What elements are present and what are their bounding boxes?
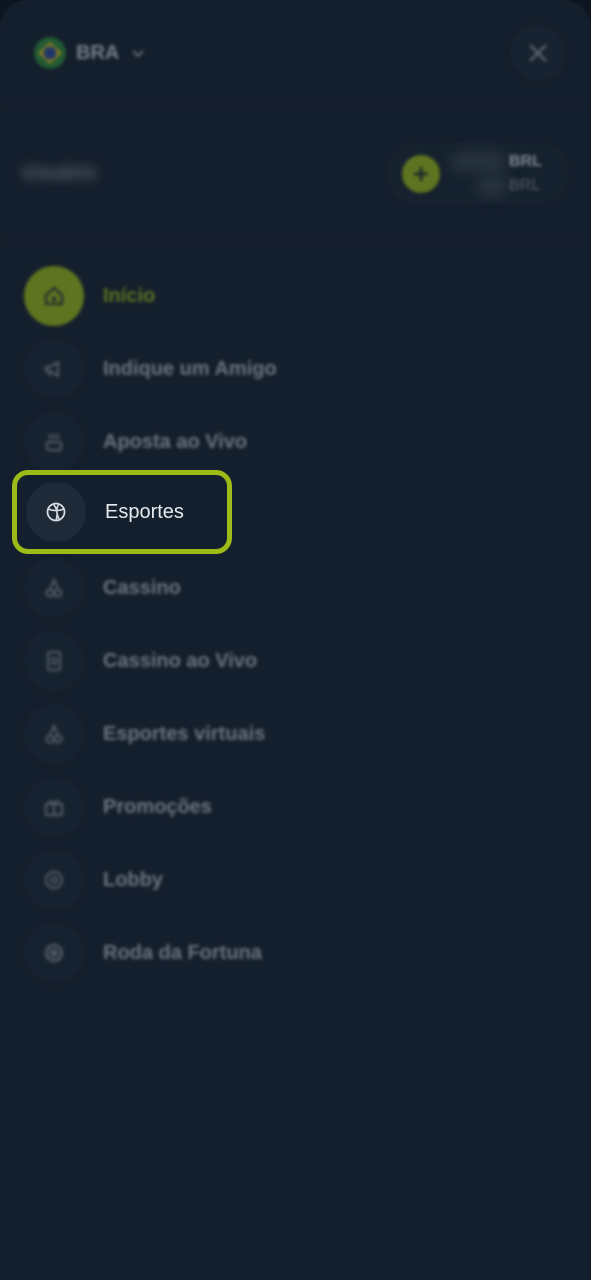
chip-icon	[45, 871, 63, 889]
menu-label: Indique um Amigo	[103, 357, 277, 380]
menu-label: Aposta ao Vivo	[103, 430, 248, 453]
deposit-button[interactable]	[402, 155, 440, 193]
menu-label: Cassino ao Vivo	[103, 649, 258, 672]
cherries-icon	[45, 577, 63, 598]
menu-label: Início	[103, 284, 156, 307]
menu-item-esportes[interactable]: Esportes	[26, 480, 546, 544]
username: Usuário	[22, 162, 97, 184]
brazil-flag-icon	[34, 37, 66, 69]
wheel-icon	[45, 944, 63, 962]
account-section: Usuário BRL BRL	[0, 107, 591, 240]
menu-label: Esportes	[105, 500, 184, 523]
menu-item-cassino[interactable]: Cassino	[24, 556, 544, 620]
basketball-icon	[46, 502, 66, 522]
menu-item-roda-da-fortuna[interactable]: Roda da Fortuna	[24, 921, 544, 985]
menu-item-indique-um-amigo[interactable]: Indique um Amigo	[24, 337, 544, 401]
menu-item-cassino-ao-vivo[interactable]: Cassino ao Vivo	[24, 629, 544, 693]
menu-item-aposta-ao-vivo[interactable]: Aposta ao Vivo	[24, 410, 544, 474]
close-button[interactable]	[510, 25, 566, 81]
close-icon	[529, 44, 547, 62]
drawer-header: BRA	[0, 0, 591, 107]
balance-pill[interactable]: BRL BRL	[388, 144, 568, 202]
menu-label: Lobby	[103, 868, 163, 891]
home-icon	[45, 286, 63, 305]
menu-item-esportes-virtuais[interactable]: Esportes virtuais	[24, 702, 544, 766]
playing-card-icon	[47, 651, 61, 671]
chevron-down-icon	[132, 50, 145, 58]
menu-item-promocoes[interactable]: Promoções	[24, 775, 544, 839]
menu-label: Roda da Fortuna	[103, 941, 262, 964]
live-bet-icon	[46, 434, 62, 451]
country-code: BRA	[76, 41, 120, 64]
gift-icon	[45, 800, 63, 816]
menu-item-lobby[interactable]: Lobby	[24, 848, 544, 912]
menu-item-inicio[interactable]: Início	[24, 264, 544, 328]
bonus-amount	[477, 177, 507, 195]
menu-label: Promoções	[103, 795, 212, 818]
plus-icon	[413, 166, 429, 182]
cherries-icon	[45, 723, 63, 744]
balance-amount	[451, 153, 505, 171]
bonus-currency: BRL	[509, 177, 541, 194]
balance-currency: BRL	[509, 153, 542, 170]
side-drawer: BRA Usuário BRL BRL Início Indique um Am…	[0, 0, 591, 1280]
megaphone-icon	[45, 361, 59, 377]
highlighted-menu-item-frame: Esportes	[12, 470, 232, 554]
menu-label: Esportes virtuais	[103, 722, 266, 745]
country-selector[interactable]: BRA	[34, 36, 145, 70]
menu-label: Cassino	[103, 576, 181, 599]
